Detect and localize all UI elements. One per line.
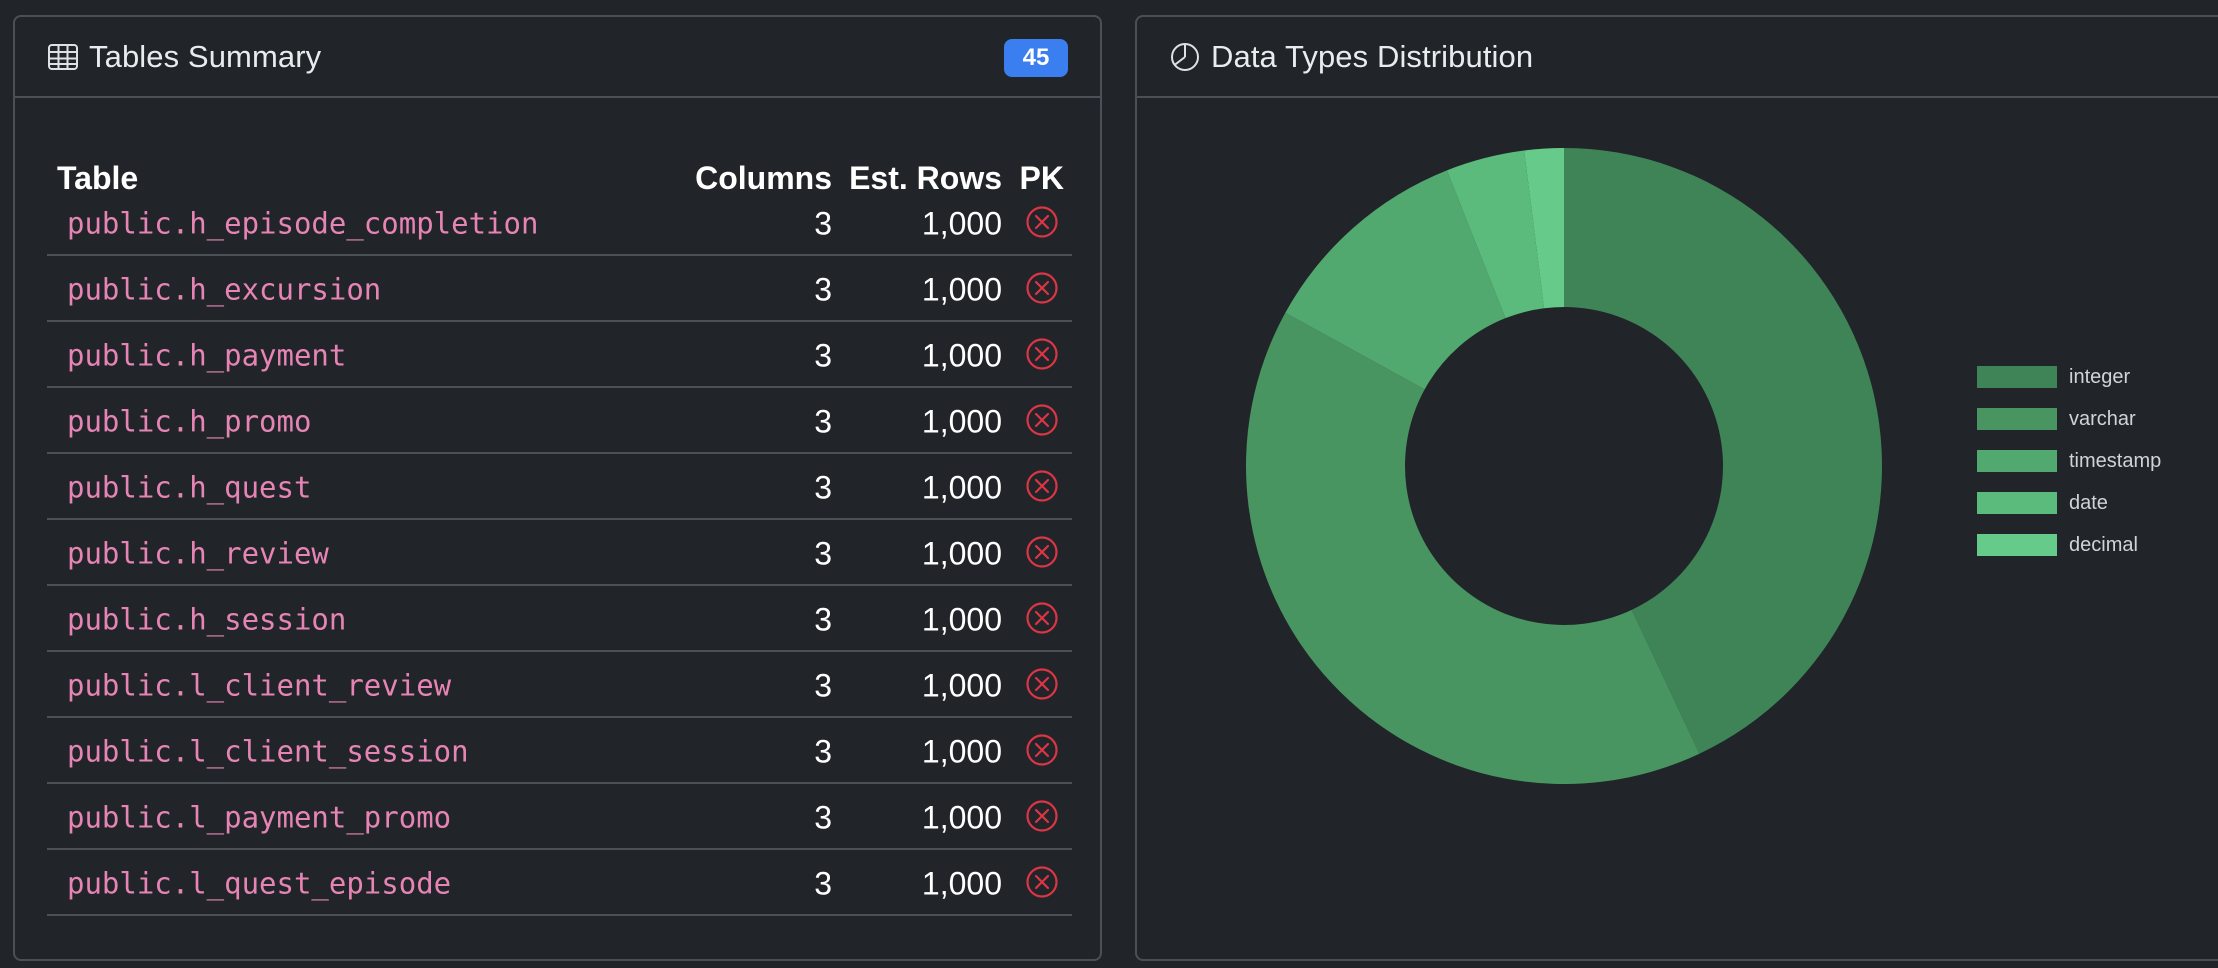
column-count: 3 — [814, 337, 832, 374]
table-row[interactable]: public.l_client_session 3 1,000 — [47, 718, 1072, 784]
column-count: 3 — [814, 667, 832, 704]
table-count-badge: 45 — [1004, 39, 1068, 77]
table-row[interactable]: public.l_client_review 3 1,000 — [47, 652, 1072, 718]
table-name[interactable]: public.h_episode_completion — [67, 207, 538, 241]
x-circle-icon — [1026, 668, 1058, 700]
table-row[interactable]: public.h_review 3 1,000 — [47, 520, 1072, 586]
data-types-title: Data Types Distribution — [1211, 38, 1534, 74]
column-header-pk[interactable]: PK — [1020, 160, 1064, 197]
x-circle-icon — [1026, 536, 1058, 568]
legend-item-varchar[interactable]: varchar — [1977, 398, 2161, 440]
table-row[interactable]: public.h_promo 3 1,000 — [47, 388, 1072, 454]
table-row[interactable]: public.l_quest_episode 3 1,000 — [47, 850, 1072, 916]
x-circle-icon — [1026, 272, 1058, 304]
column-count: 3 — [814, 469, 832, 506]
table-name[interactable]: public.l_client_session — [67, 735, 469, 769]
table-name[interactable]: public.l_quest_episode — [67, 867, 451, 901]
est-row-count: 1,000 — [921, 403, 1002, 440]
tables-list[interactable]: public.h_episode_completion 3 1,000 public.… — [47, 132, 1072, 947]
column-count: 3 — [814, 733, 832, 770]
est-row-count: 1,000 — [921, 799, 1002, 836]
est-row-count: 1,000 — [921, 601, 1002, 638]
est-row-count: 1,000 — [921, 271, 1002, 308]
column-count: 3 — [814, 799, 832, 836]
legend-label: timestamp — [2069, 449, 2162, 472]
column-header-table[interactable]: Table — [57, 160, 138, 197]
column-count: 3 — [814, 535, 832, 572]
table-name[interactable]: public.h_quest — [67, 471, 311, 505]
x-circle-icon — [1026, 338, 1058, 370]
data-types-header: Data Types Distribution — [1137, 17, 2218, 98]
column-header-columns[interactable]: Columns — [695, 160, 832, 197]
est-row-count: 1,000 — [921, 205, 1002, 242]
column-count: 3 — [814, 601, 832, 638]
est-row-count: 1,000 — [921, 733, 1002, 770]
x-circle-icon — [1026, 404, 1058, 436]
legend-item-decimal[interactable]: decimal — [1977, 524, 2161, 566]
chart-legend: integer varchar timestamp date decimal — [1977, 356, 2161, 566]
table-row[interactable]: public.h_excursion 3 1,000 — [47, 256, 1072, 322]
column-count: 3 — [814, 403, 832, 440]
tables-summary-header: Tables Summary 45 — [15, 17, 1100, 98]
legend-item-timestamp[interactable]: timestamp — [1977, 440, 2161, 482]
column-count: 3 — [814, 271, 832, 308]
pie-chart-icon — [1171, 42, 1199, 71]
x-circle-icon — [1026, 470, 1058, 502]
legend-swatch — [1977, 366, 2057, 388]
table-name[interactable]: public.h_promo — [67, 405, 311, 439]
est-row-count: 1,000 — [921, 535, 1002, 572]
column-count: 3 — [814, 205, 832, 242]
x-circle-icon — [1026, 800, 1058, 832]
column-header-est-rows[interactable]: Est. Rows — [849, 160, 1002, 197]
table-name[interactable]: public.h_excursion — [67, 273, 381, 307]
table-name[interactable]: public.h_session — [67, 603, 346, 637]
x-circle-icon — [1026, 734, 1058, 766]
table-row[interactable]: public.h_payment 3 1,000 — [47, 322, 1072, 388]
table-name[interactable]: public.h_review — [67, 537, 329, 571]
est-row-count: 1,000 — [921, 469, 1002, 506]
tables-list-body: public.h_episode_completion 3 1,000 public.… — [47, 143, 1072, 916]
legend-item-date[interactable]: date — [1977, 482, 2161, 524]
table-row[interactable]: public.l_payment_promo 3 1,000 — [47, 784, 1072, 850]
legend-swatch — [1977, 534, 2057, 556]
legend-label: varchar — [2069, 407, 2136, 430]
tables-summary-card: Tables Summary 45 public.h_episode_compl… — [13, 15, 1102, 961]
legend-swatch — [1977, 492, 2057, 514]
table-name[interactable]: public.l_client_review — [67, 669, 451, 703]
est-row-count: 1,000 — [921, 667, 1002, 704]
legend-label: integer — [2069, 365, 2131, 388]
legend-item-integer[interactable]: integer — [1977, 356, 2161, 398]
legend-label: decimal — [2069, 533, 2138, 556]
table-name[interactable]: public.l_payment_promo — [67, 801, 451, 835]
column-count: 3 — [814, 865, 832, 902]
x-circle-icon — [1026, 602, 1058, 634]
x-circle-icon — [1026, 866, 1058, 898]
legend-swatch — [1977, 408, 2057, 430]
table-row[interactable]: public.h_episode_completion 3 1,000 — [47, 190, 1072, 256]
legend-swatch — [1977, 450, 2057, 472]
x-circle-icon — [1026, 206, 1058, 238]
table-name[interactable]: public.h_payment — [67, 339, 346, 373]
table-row[interactable]: public.h_quest 3 1,000 — [47, 454, 1072, 520]
table-grid-icon — [48, 43, 78, 70]
est-row-count: 1,000 — [921, 865, 1002, 902]
legend-label: date — [2069, 491, 2108, 514]
donut-slice-varchar[interactable] — [1246, 312, 1700, 784]
tables-summary-title: Tables Summary — [89, 38, 322, 74]
table-row[interactable]: public.h_session 3 1,000 — [47, 586, 1072, 652]
table-header-row: Table Columns Est. Rows PK — [47, 132, 1072, 196]
data-types-card: Data Types Distribution integer varchar ti… — [1135, 15, 2218, 961]
est-row-count: 1,000 — [921, 337, 1002, 374]
